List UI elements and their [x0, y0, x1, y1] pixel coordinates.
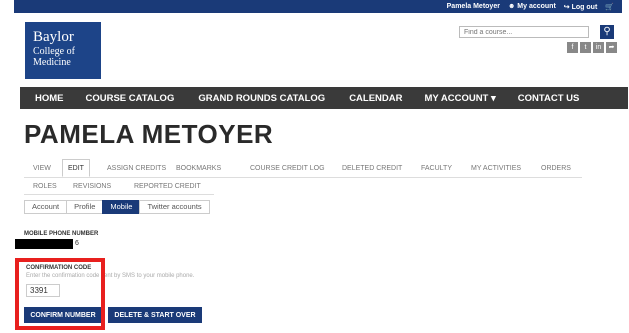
search-button[interactable]: ⚲	[600, 25, 614, 39]
nav-grand-rounds-catalog[interactable]: GRAND ROUNDS CATALOG	[198, 93, 325, 104]
subtab-account[interactable]: Account	[24, 200, 68, 214]
account-subtabs: Account Profile Mobile Twitter accounts	[24, 200, 210, 214]
tab-roles[interactable]: ROLES	[28, 178, 62, 194]
nav-home[interactable]: HOME	[35, 93, 64, 104]
logout-link[interactable]: ↪ Log out	[564, 3, 597, 11]
chevron-down-icon: ▾	[491, 92, 496, 104]
nav-calendar[interactable]: CALENDAR	[349, 93, 402, 104]
phone-label: MOBILE PHONE NUMBER	[24, 231, 99, 237]
facebook-icon[interactable]: f	[567, 42, 578, 53]
profile-tabs: VIEW EDIT ASSIGN CREDITS BOOKMARKS COURS…	[24, 159, 582, 178]
tab-reported-credit[interactable]: REPORTED CREDIT	[129, 178, 206, 194]
subtab-twitter-accounts[interactable]: Twitter accounts	[139, 200, 210, 214]
tab-course-credit-log[interactable]: COURSE CREDIT LOG	[245, 159, 330, 177]
subtab-mobile[interactable]: Mobile	[102, 200, 141, 214]
tab-faculty[interactable]: FACULTY	[416, 159, 457, 177]
linkedin-icon[interactable]: in	[593, 42, 604, 53]
nav-contact-us[interactable]: CONTACT US	[518, 93, 580, 104]
profile-tabs-row-2: ROLES REVISIONS REPORTED CREDIT	[24, 178, 214, 195]
social-links: f t in ➦	[567, 42, 617, 53]
logout-icon: ↪	[563, 3, 570, 11]
tab-edit[interactable]: EDIT	[62, 159, 90, 177]
main-nav: HOME COURSE CATALOG GRAND ROUNDS CATALOG…	[20, 87, 628, 109]
phone-number-tail: 6	[75, 240, 79, 247]
tab-deleted-credit[interactable]: DELETED CREDIT	[337, 159, 407, 177]
cart-icon[interactable]: 🛒	[605, 3, 614, 11]
tab-my-activities[interactable]: MY ACTIVITIES	[466, 159, 526, 177]
logo-line-2: College of	[33, 45, 75, 57]
nav-course-catalog[interactable]: COURSE CATALOG	[86, 93, 175, 104]
course-search-input[interactable]	[459, 26, 589, 38]
subtab-profile[interactable]: Profile	[66, 200, 104, 214]
tab-bookmarks[interactable]: BOOKMARKS	[171, 159, 226, 177]
tab-assign-credits[interactable]: ASSIGN CREDITS	[102, 159, 171, 177]
page-title: PAMELA METOYER	[24, 119, 274, 149]
logo-line-3: Medicine	[33, 56, 71, 68]
tab-revisions[interactable]: REVISIONS	[68, 178, 116, 194]
tab-view[interactable]: VIEW	[28, 159, 56, 177]
user-icon: ☻	[507, 3, 516, 10]
phone-number-redacted	[15, 239, 73, 249]
twitter-icon[interactable]: t	[580, 42, 591, 53]
delete-start-over-button[interactable]: DELETE & START OVER	[108, 307, 202, 323]
logo-line-1: Baylor	[33, 29, 74, 45]
user-name: Pamela Metoyer	[446, 3, 500, 10]
tab-orders[interactable]: ORDERS	[536, 159, 576, 177]
highlight-box	[15, 258, 105, 330]
top-utility-bar: Pamela Metoyer ☻ My account ↪ Log out 🛒	[14, 0, 622, 13]
nav-my-account[interactable]: MY ACCOUNT ▾	[425, 93, 496, 104]
baylor-logo[interactable]: Baylor College of Medicine	[25, 22, 101, 79]
share-icon[interactable]: ➦	[606, 42, 617, 53]
my-account-link[interactable]: ☻ My account	[508, 3, 556, 10]
search-icon: ⚲	[603, 26, 611, 37]
